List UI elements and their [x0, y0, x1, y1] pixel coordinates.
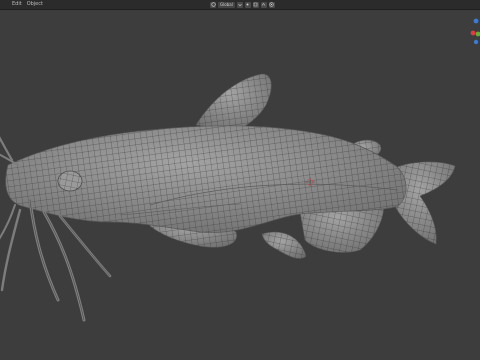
x-axis-icon[interactable] — [470, 30, 476, 36]
menu-edit[interactable]: Edit — [12, 0, 22, 9]
viewport-header: Edit Object Global — [0, 0, 480, 10]
z-axis-icon[interactable] — [473, 18, 479, 24]
snap-settings-icon[interactable] — [260, 1, 267, 8]
proportional-editing-icon[interactable] — [268, 1, 275, 8]
snap-icon[interactable] — [252, 1, 259, 8]
menu-object[interactable]: Object — [27, 0, 43, 9]
blender-window: Edit Object Global — [0, 0, 480, 360]
neg-z-axis-icon[interactable] — [473, 39, 479, 45]
orientation-dropdown[interactable]: Global — [218, 1, 235, 8]
catfish-mesh[interactable] — [0, 73, 456, 322]
y-axis-icon[interactable] — [475, 31, 480, 37]
transform-orientation-icon — [210, 1, 216, 8]
transform-tools: Global — [210, 1, 275, 8]
navigation-gizmo[interactable] — [464, 10, 480, 50]
chevron-down-icon[interactable] — [236, 1, 243, 8]
pivot-point-icon[interactable] — [244, 1, 251, 8]
3d-viewport[interactable] — [0, 10, 480, 360]
